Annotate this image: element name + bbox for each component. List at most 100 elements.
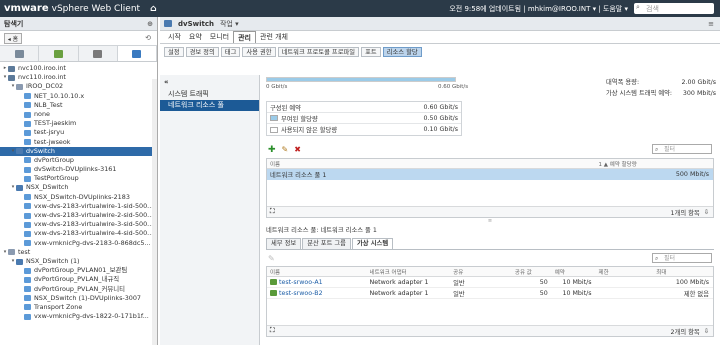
vm-name-link[interactable]: test-srwoo-B2 [267, 289, 367, 297]
tree-item[interactable]: vxw-dvs-2183-virtualwire-3-sid-500... [0, 220, 157, 229]
tree-item[interactable]: Transport Zone [0, 303, 157, 312]
col-name-header[interactable]: 이름 [267, 160, 596, 168]
tree-item[interactable]: NSX_DSwitch (1)-DVUplinks-3007 [0, 294, 157, 303]
sub-tab[interactable]: 리소스 할당 [382, 47, 422, 57]
pane-splitter[interactable]: ≡ [266, 219, 714, 224]
sub-tab[interactable]: 네트워크 프로토콜 프로파일 [277, 47, 360, 57]
summary-row: 가상 시스템 트래픽 예약: 300 Mbit/s [606, 88, 716, 99]
user-info[interactable]: 오전 9:58에 업데이트됨 | mhkim@IROO.INT ▾ | 도움말 … [449, 4, 628, 14]
vm-col-header[interactable]: 최대 [653, 268, 713, 276]
sub-tab[interactable]: 포트 [361, 47, 381, 57]
sub-tab[interactable]: 태그 [220, 47, 241, 57]
sub-tab[interactable]: 경보 정의 [185, 47, 219, 57]
home-icon[interactable]: ⌂ [150, 4, 156, 14]
export-icon[interactable]: ⇩ [704, 328, 709, 335]
collapse-chevron-icon[interactable]: « [160, 75, 259, 89]
sub-tab[interactable]: 설정 [164, 47, 184, 57]
tree-item[interactable]: ▾ nvc110.iroo.int [0, 73, 157, 82]
pin-icon[interactable]: ⊕ [147, 20, 153, 28]
tree-item[interactable]: none [0, 110, 157, 119]
tree-item-label: TestPortGroup [34, 174, 79, 183]
tree-item-label: dvPortGroup_PVLAN_내규직 [34, 275, 120, 284]
detail-tab[interactable]: 분산 포트 그룹 [302, 238, 351, 249]
tree-item-label: Transport Zone [34, 302, 83, 311]
tree-item[interactable]: vxw-dvs-2183-virtualwire-1-sid-500... [0, 202, 157, 211]
tab-hosts-clusters[interactable] [0, 46, 40, 61]
back-button[interactable]: ◂ 홈 [4, 32, 22, 44]
tree-item[interactable]: ▾ dvSwitch [0, 146, 157, 156]
main-tab[interactable]: 요약 [185, 31, 206, 43]
delete-icon[interactable]: ✖ [294, 145, 301, 154]
capacity-fill [267, 78, 455, 81]
vm-cell: 10 Mbit/s [562, 278, 592, 286]
tree-item[interactable]: dvSwitch-DVUplinks-3161 [0, 165, 157, 174]
tree-item[interactable]: vxw-dvs-2183-virtualwire-2-sid-500... [0, 211, 157, 220]
vm-grid: 이름 네트워크 어댑터 공유 공유 값 예약 제한 최대 test-srwoo-A1 Netw… [266, 266, 714, 337]
tree-item[interactable]: TestPortGroup [0, 174, 157, 183]
export-icon[interactable]: ⇩ [704, 209, 709, 216]
tree-item-label: vxw-dvs-2183-virtualwire-1-sid-500... [34, 201, 154, 210]
tree-item[interactable]: TEST-jaeskim [0, 119, 157, 128]
tab-networking[interactable] [117, 46, 157, 61]
sub-tabs: 설정 경보 정의 태그 사용 권한 네트워크 프로토콜 프로파일 포트 리소스 할당 [160, 46, 720, 58]
tree-item[interactable]: dvPortGroup_PVLAN_커뮤니티 [0, 285, 157, 294]
pool-reserve: 500 Mbit/s [675, 171, 709, 178]
tree-item[interactable]: ▾ NSX_DSwitch (1) [0, 257, 157, 266]
detail-tab[interactable]: 세부 정보 [266, 238, 302, 249]
tab-storage[interactable] [79, 46, 118, 61]
main-tab[interactable]: 관련 개체 [256, 31, 292, 43]
tree-item[interactable]: vxw-dvs-2183-virtualwire-4-sid-500... [0, 229, 157, 238]
history-icon[interactable]: ⟲ [145, 34, 151, 42]
table-row[interactable]: test-srwoo-B2 Network adapter 1 일반 50 10 Mbi… [267, 288, 713, 299]
tree-item[interactable]: test-jsryu [0, 128, 157, 137]
capacity-min-label: 0 Gbit/s [266, 84, 288, 90]
tree-item[interactable]: NET_10.10.10.x [0, 92, 157, 101]
tree-item[interactable]: NSX_DSwitch-DVUplinks-2183 [0, 193, 157, 202]
vm-filter-input[interactable]: ⌕ 필터 [652, 253, 712, 263]
vm-name-link[interactable]: test-srwoo-A1 [267, 278, 367, 286]
main-tab[interactable]: 관리 [233, 31, 256, 43]
tree-node-icon [24, 157, 31, 164]
tree-item[interactable]: ▸ nvc100.iroo.int [0, 64, 157, 73]
detail-tab[interactable]: 가상 시스템 [351, 238, 394, 249]
vm-col-header[interactable]: 제한 [596, 268, 654, 276]
tree-item[interactable]: vxw-vmknicPg-dvs-1822-0-171b1f... [0, 312, 157, 321]
tree-scrollbar[interactable] [152, 79, 157, 345]
table-row[interactable]: 네트워크 리소스 풀 1 500 Mbit/s [267, 169, 713, 180]
allocation-row: 부여된 할당량 0.50 Gbit/s [267, 113, 461, 124]
tree-item[interactable]: ▾ test [0, 248, 157, 257]
tab-vms-templates[interactable] [39, 46, 79, 61]
tree-item[interactable]: vxw-vmknicPg-dvs-2183-0-868dc5... [0, 239, 157, 248]
left-menu-item[interactable]: 네트워크 리소스 풀 [160, 100, 259, 111]
table-row[interactable]: test-srwoo-A1 Network adapter 1 일반 50 10 Mbi… [267, 277, 713, 288]
search-icon: ⌕ [636, 3, 640, 11]
pool-filter-input[interactable]: ⌕ 필터 [652, 144, 712, 154]
vm-col-header[interactable]: 네트워크 어댑터 [367, 268, 451, 276]
main-tab[interactable]: 모니터 [206, 31, 233, 43]
tree-item[interactable]: dvPortGroup_PVLAN_내규직 [0, 275, 157, 284]
edit-icon[interactable]: ✎ [282, 145, 289, 154]
tree-item[interactable]: NLB_Test [0, 101, 157, 110]
more-options-icon[interactable]: ≡ [708, 20, 714, 28]
add-icon[interactable]: ✚ [268, 145, 276, 155]
tree-item[interactable]: dvPortGroup_PVLAN01_보관팀 [0, 266, 157, 275]
actions-menu[interactable]: 작업 ▾ [220, 19, 239, 29]
tree-item[interactable]: ▾ NSX_DSwitch [0, 183, 157, 192]
main-tab[interactable]: 시작 [164, 31, 185, 43]
tree-node-icon [8, 74, 15, 81]
vm-col-header[interactable]: 예약 [552, 268, 596, 276]
sub-tab[interactable]: 사용 권한 [242, 47, 276, 57]
vm-col-header[interactable]: 이름 [267, 268, 367, 276]
global-search-input[interactable]: ⌕ 검색 [634, 3, 714, 14]
binoculars-icon[interactable]: ⛶ [270, 327, 274, 335]
resource-panel: 0 Gbit/s 0.60 Gbit/s 대역폭 용량: 2.00 Gbit/s 가… [266, 75, 716, 337]
tree-item[interactable]: dvPortGroup [0, 156, 157, 165]
left-menu-item[interactable]: 시스템 트래픽 [160, 89, 259, 100]
vm-col-header[interactable]: 공유 값 [512, 268, 552, 276]
vm-col-header[interactable]: 공유 [450, 268, 512, 276]
tree-item-label: dvPortGroup_PVLAN_커뮤니티 [34, 284, 125, 293]
col-reserve-header[interactable]: 1 ▲ 예약 할당량 [596, 160, 713, 168]
tree-item[interactable]: ▾ IROO_DC02 [0, 82, 157, 91]
binoculars-icon[interactable]: ⛶ [270, 208, 274, 216]
tree-item[interactable]: test-jwseok [0, 138, 157, 147]
